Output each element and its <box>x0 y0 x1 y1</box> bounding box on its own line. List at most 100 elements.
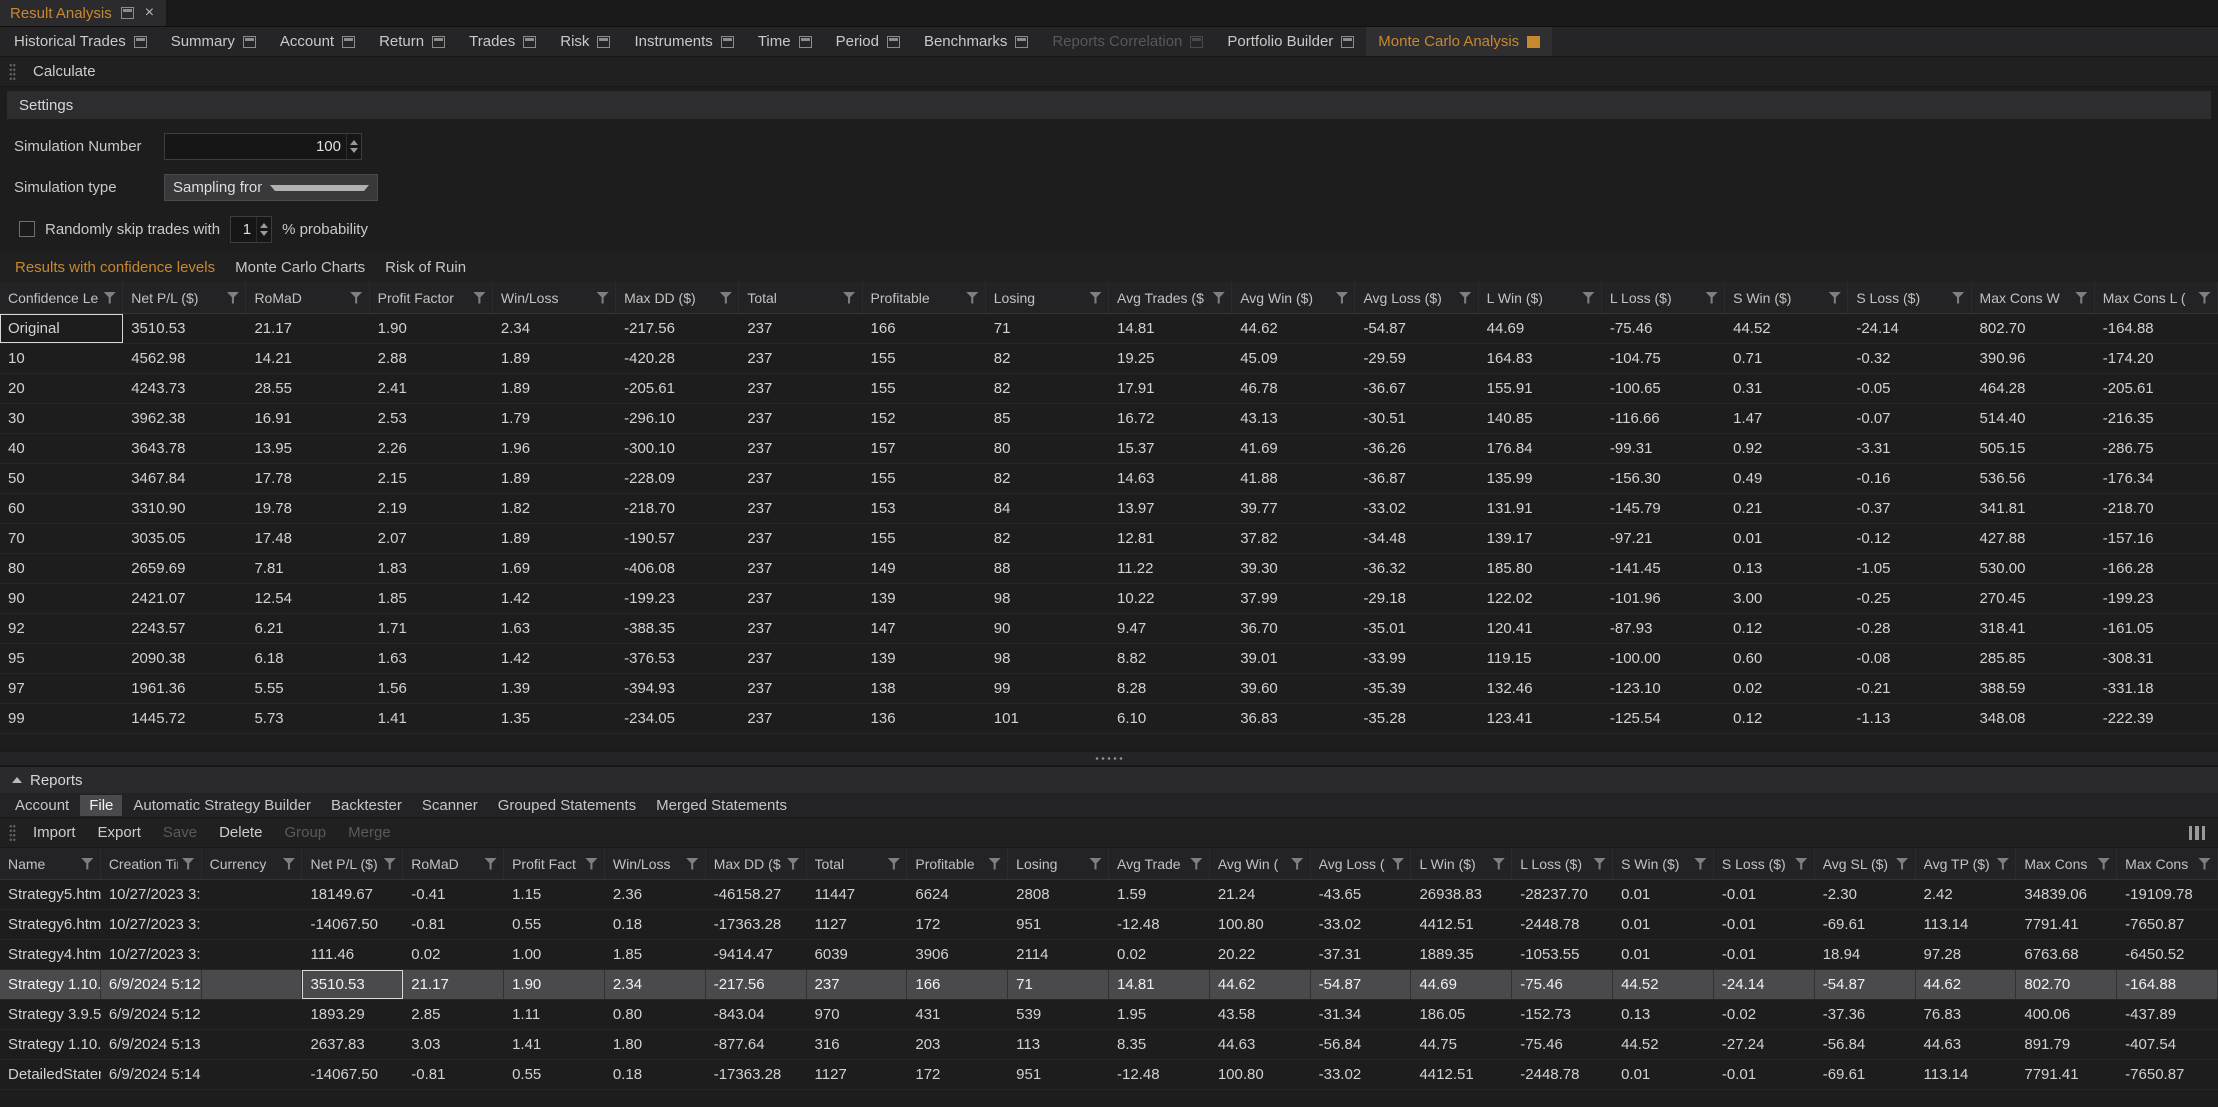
table-cell[interactable]: 70 <box>0 524 123 553</box>
tab-portfolio-builder[interactable]: Portfolio Builder <box>1215 27 1366 56</box>
table-cell[interactable]: 82 <box>986 464 1109 493</box>
table-cell[interactable]: -35.01 <box>1355 614 1478 643</box>
table-cell[interactable]: 3.00 <box>1725 584 1848 613</box>
table-cell[interactable]: 76.83 <box>1916 1000 2017 1029</box>
table-cell[interactable]: 2.36 <box>605 880 706 909</box>
filter-icon[interactable] <box>2198 292 2211 304</box>
column-header-avg-trade[interactable]: Avg Trade <box>1109 848 1210 879</box>
table-cell[interactable]: -99.31 <box>1602 434 1725 463</box>
table-cell[interactable]: 6039 <box>807 940 908 969</box>
table-cell[interactable] <box>202 910 303 939</box>
table-cell[interactable]: 4562.98 <box>123 344 246 373</box>
table-cell[interactable]: 13.97 <box>1109 494 1232 523</box>
table-cell[interactable]: 2.26 <box>370 434 493 463</box>
splitter-grip-icon[interactable] <box>1094 757 1124 760</box>
table-cell[interactable]: -217.56 <box>706 970 807 999</box>
popout-icon[interactable] <box>1341 36 1354 48</box>
table-cell[interactable]: 26938.83 <box>1411 880 1512 909</box>
tab-historical-trades[interactable]: Historical Trades <box>2 27 159 56</box>
table-cell[interactable]: 2090.38 <box>123 644 246 673</box>
tab-account[interactable]: Account <box>268 27 367 56</box>
table-row[interactable]: 503467.8417.782.151.89-228.092371558214.… <box>0 464 2218 494</box>
table-cell[interactable]: 44.52 <box>1613 970 1714 999</box>
filter-icon[interactable] <box>383 858 396 870</box>
column-header-avg-tp[interactable]: Avg TP ($) <box>1916 848 2017 879</box>
table-cell[interactable]: 6/9/2024 5:12 <box>101 1000 202 1029</box>
table-cell[interactable]: 44.62 <box>1232 314 1355 343</box>
table-cell[interactable]: -35.39 <box>1355 674 1478 703</box>
table-cell[interactable]: 7791.41 <box>2016 1060 2117 1089</box>
table-cell[interactable]: 1.83 <box>370 554 493 583</box>
table-cell[interactable]: 891.79 <box>2016 1030 2117 1059</box>
window-popout-icon[interactable] <box>121 7 134 19</box>
table-cell[interactable]: -75.46 <box>1512 970 1613 999</box>
table-cell[interactable]: 11.22 <box>1109 554 1232 583</box>
table-cell[interactable]: -0.41 <box>403 880 504 909</box>
table-cell[interactable]: 44.62 <box>1916 970 2017 999</box>
filter-icon[interactable] <box>1089 858 1102 870</box>
table-cell[interactable]: Strategy4.htm <box>0 940 101 969</box>
table-cell[interactable]: -0.16 <box>1848 464 1971 493</box>
filter-icon[interactable] <box>2198 858 2211 870</box>
filter-icon[interactable] <box>686 858 699 870</box>
table-cell[interactable]: 139.17 <box>1479 524 1602 553</box>
simulation-type-select[interactable]: Sampling from distribution <box>164 174 378 201</box>
table-row[interactable]: 603310.9019.782.191.82-218.702371538413.… <box>0 494 2218 524</box>
table-cell[interactable]: 176.84 <box>1479 434 1602 463</box>
table-cell[interactable]: 2659.69 <box>123 554 246 583</box>
table-cell[interactable]: -218.70 <box>616 494 739 523</box>
table-cell[interactable]: 88 <box>986 554 1109 583</box>
filter-icon[interactable] <box>966 292 979 304</box>
table-cell[interactable]: 43.58 <box>1210 1000 1311 1029</box>
table-cell[interactable]: 155 <box>863 524 986 553</box>
table-cell[interactable]: 0.12 <box>1725 704 1848 733</box>
table-cell[interactable]: 8.82 <box>1109 644 1232 673</box>
table-cell[interactable]: -164.88 <box>2095 314 2218 343</box>
table-row[interactable]: Strategy 1.10.6/9/2024 5:123510.5321.171… <box>0 970 2218 1000</box>
table-cell[interactable]: 285.85 <box>1972 644 2095 673</box>
table-cell[interactable]: 0.71 <box>1725 344 1848 373</box>
table-cell[interactable]: 13.95 <box>246 434 369 463</box>
filter-icon[interactable] <box>1896 858 1909 870</box>
filter-icon[interactable] <box>282 858 295 870</box>
table-cell[interactable]: 45.09 <box>1232 344 1355 373</box>
table-cell[interactable]: -300.10 <box>616 434 739 463</box>
table-cell[interactable]: 44.62 <box>1210 970 1311 999</box>
tab-instruments[interactable]: Instruments <box>622 27 745 56</box>
table-cell[interactable]: 0.02 <box>1725 674 1848 703</box>
table-cell[interactable]: 6763.68 <box>2016 940 2117 969</box>
table-cell[interactable]: -0.37 <box>1848 494 1971 523</box>
table-cell[interactable]: 0.18 <box>605 910 706 939</box>
table-cell[interactable]: 530.00 <box>1972 554 2095 583</box>
delete-button[interactable]: Delete <box>214 822 267 843</box>
table-cell[interactable]: -31.34 <box>1311 1000 1412 1029</box>
table-cell[interactable]: -19109.78 <box>2117 880 2218 909</box>
table-cell[interactable]: -0.12 <box>1848 524 1971 553</box>
table-cell[interactable]: 10 <box>0 344 123 373</box>
table-cell[interactable]: 970 <box>807 1000 908 1029</box>
filter-icon[interactable] <box>81 858 94 870</box>
table-cell[interactable]: 1961.36 <box>123 674 246 703</box>
table-cell[interactable]: -1.13 <box>1848 704 1971 733</box>
table-cell[interactable]: Strategy 1.10. <box>0 1030 101 1059</box>
table-cell[interactable]: -0.01 <box>1714 910 1815 939</box>
table-cell[interactable]: -217.56 <box>616 314 739 343</box>
simulation-number-input[interactable]: 100 <box>164 133 362 160</box>
table-cell[interactable]: 4412.51 <box>1411 1060 1512 1089</box>
popout-icon[interactable] <box>1015 36 1028 48</box>
table-cell[interactable]: -54.87 <box>1311 970 1412 999</box>
table-cell[interactable]: 14.81 <box>1109 314 1232 343</box>
table-cell[interactable]: 44.52 <box>1725 314 1848 343</box>
table-cell[interactable]: 155 <box>863 374 986 403</box>
table-cell[interactable]: 18.94 <box>1815 940 1916 969</box>
table-cell[interactable]: -123.10 <box>1602 674 1725 703</box>
table-cell[interactable]: 1.56 <box>370 674 493 703</box>
table-cell[interactable]: -388.35 <box>616 614 739 643</box>
column-header-profit-fact[interactable]: Profit Fact <box>504 848 605 879</box>
toolbar-grip-handle[interactable] <box>9 824 16 841</box>
table-cell[interactable]: -100.00 <box>1602 644 1725 673</box>
table-cell[interactable]: 348.08 <box>1972 704 2095 733</box>
table-cell[interactable]: -104.75 <box>1602 344 1725 373</box>
filter-icon[interactable] <box>1391 858 1404 870</box>
table-cell[interactable]: -7650.87 <box>2117 1060 2218 1089</box>
